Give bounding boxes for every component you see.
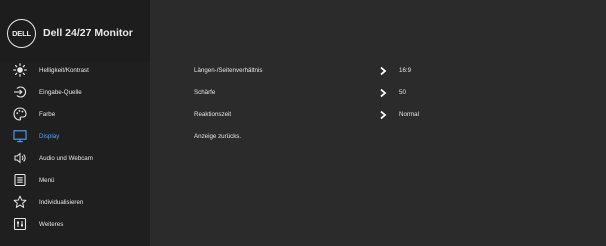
sidebar-item-display[interactable]: Display xyxy=(0,125,150,147)
osd-header: DELL Dell 24/27 Monitor xyxy=(0,0,150,62)
sidebar-item-color[interactable]: Farbe xyxy=(0,103,150,125)
sidebar-item-input-source[interactable]: Eingabe-Quelle xyxy=(0,81,150,103)
sidebar-item-label: Audio und Webcam xyxy=(39,154,93,162)
sidebar-item-label: Weiteres xyxy=(39,220,64,228)
setting-label: Längen-/Seitenverhältnis xyxy=(194,67,263,74)
header-background xyxy=(150,0,606,62)
star-icon xyxy=(12,194,28,210)
sidebar: Helligkeit/Kontrast Eingabe-Quelle Farbe… xyxy=(0,62,150,246)
setting-value: Normal xyxy=(399,111,419,118)
sidebar-item-label: Helligkeit/Kontrast xyxy=(39,66,89,74)
others-icon xyxy=(12,216,28,232)
setting-response-time[interactable]: Reaktionszeit Normal xyxy=(194,108,594,124)
chevron-right-icon xyxy=(378,88,388,98)
sidebar-item-audio-webcam[interactable]: Audio und Webcam xyxy=(0,147,150,169)
setting-display-reset[interactable]: Anzeige zurücks. xyxy=(194,130,594,146)
sidebar-item-label: Eingabe-Quelle xyxy=(39,88,82,96)
chevron-right-icon xyxy=(378,66,388,76)
sidebar-item-personalize[interactable]: Individualisieren xyxy=(0,191,150,213)
sidebar-item-others[interactable]: Weiteres xyxy=(0,213,150,235)
sidebar-item-menu[interactable]: Menü xyxy=(0,169,150,191)
setting-label: Reaktionszeit xyxy=(194,111,232,118)
sidebar-item-brightness-contrast[interactable]: Helligkeit/Kontrast xyxy=(0,59,150,81)
monitor-osd-menu: DELL Dell 24/27 Monitor Helligkeit/Kontr… xyxy=(0,0,606,246)
setting-label: Schärfe xyxy=(194,89,216,96)
setting-sharpness[interactable]: Schärfe 50 xyxy=(194,86,594,102)
audio-icon xyxy=(12,150,28,166)
setting-aspect-ratio[interactable]: Längen-/Seitenverhältnis 16:9 xyxy=(194,64,594,80)
osd-title: Dell 24/27 Monitor xyxy=(43,27,133,39)
display-icon xyxy=(12,128,28,144)
setting-value: 50 xyxy=(399,89,406,96)
sidebar-item-label: Display xyxy=(39,132,60,140)
setting-label: Anzeige zurücks. xyxy=(194,133,242,140)
sidebar-item-label: Farbe xyxy=(39,110,56,118)
color-icon xyxy=(12,106,28,122)
sidebar-item-label: Individualisieren xyxy=(39,198,84,206)
sidebar-item-label: Menü xyxy=(39,176,55,184)
brightness-icon xyxy=(12,62,28,78)
display-settings-panel: Längen-/Seitenverhältnis 16:9 Schärfe 50… xyxy=(150,62,606,246)
chevron-right-icon xyxy=(378,110,388,120)
input-source-icon xyxy=(12,84,28,100)
dell-logo: DELL xyxy=(7,19,36,48)
menu-icon xyxy=(12,172,28,188)
setting-value: 16:9 xyxy=(399,67,412,74)
